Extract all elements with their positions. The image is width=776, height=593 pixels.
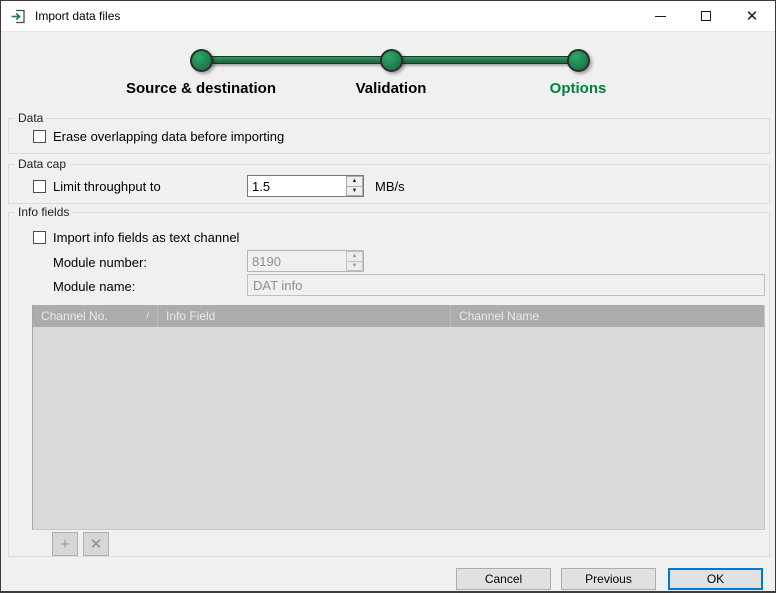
column-header-info-field[interactable]: Info Field xyxy=(158,305,451,327)
limit-throughput-row: Limit throughput to xyxy=(33,179,161,194)
throughput-spin-down-icon[interactable]: ▼ xyxy=(346,186,363,196)
group-info-fields-title: Info fields xyxy=(14,205,74,219)
import-file-icon xyxy=(11,9,25,23)
throughput-spin-up-icon[interactable]: ▲ xyxy=(346,176,363,187)
minimize-button[interactable] xyxy=(637,1,683,31)
close-icon: ✕ xyxy=(745,7,759,25)
throughput-unit-label: MB/s xyxy=(375,179,405,194)
module-number-spinbox: ▲ ▼ xyxy=(247,250,364,272)
minimize-icon xyxy=(654,15,666,17)
previous-button[interactable]: Previous xyxy=(561,568,656,590)
remove-row-button[interactable]: ✕ xyxy=(83,532,109,556)
window-controls: ✕ xyxy=(637,1,775,31)
erase-overlapping-row: Erase overlapping data before importing xyxy=(33,129,284,144)
import-info-fields-checkbox[interactable] xyxy=(33,231,46,244)
step-dot-source-destination xyxy=(190,49,213,72)
sort-ascending-icon: / xyxy=(146,310,149,322)
step-dot-validation xyxy=(380,49,403,72)
step-label-validation: Validation xyxy=(355,80,427,97)
cross-icon: ✕ xyxy=(89,535,103,553)
column-header-channel-no[interactable]: Channel No. / xyxy=(33,305,158,327)
module-number-input xyxy=(248,251,346,271)
module-name-value: DAT info xyxy=(253,277,303,293)
titlebar: Import data files ✕ xyxy=(1,1,775,32)
import-info-fields-label: Import info fields as text channel xyxy=(53,230,240,245)
group-info-fields: Info fields Import info fields as text c… xyxy=(8,205,770,557)
throughput-spinbox: ▲ ▼ xyxy=(247,175,364,197)
info-fields-table-header: Channel No. / Info Field Channel Name xyxy=(33,305,764,327)
info-fields-table-body xyxy=(33,327,764,530)
erase-overlapping-label: Erase overlapping data before importing xyxy=(53,129,285,144)
cancel-button[interactable]: Cancel xyxy=(456,568,551,590)
add-row-button[interactable]: + xyxy=(52,532,78,556)
erase-overlapping-checkbox[interactable] xyxy=(33,130,46,143)
module-number-spin-up-icon: ▲ xyxy=(346,251,363,262)
throughput-input[interactable] xyxy=(248,176,346,196)
module-name-input: DAT info xyxy=(247,274,765,296)
info-fields-table: Channel No. / Info Field Channel Name xyxy=(32,305,765,530)
module-number-spin-buttons: ▲ ▼ xyxy=(346,251,363,271)
close-button[interactable]: ✕ xyxy=(729,1,775,31)
group-data-cap-title: Data cap xyxy=(14,157,71,171)
maximize-button[interactable] xyxy=(683,1,729,31)
plus-icon: + xyxy=(60,535,70,553)
module-number-label: Module number: xyxy=(53,255,147,270)
window-title: Import data files xyxy=(35,9,121,23)
step-dot-options xyxy=(567,49,590,72)
step-label-options: Options xyxy=(549,80,607,97)
module-name-label: Module name: xyxy=(53,279,136,294)
import-data-files-dialog: Import data files ✕ Source & destination… xyxy=(0,0,776,593)
limit-throughput-checkbox[interactable] xyxy=(33,180,46,193)
ok-button[interactable]: OK xyxy=(668,568,763,590)
maximize-icon xyxy=(701,11,711,21)
import-info-fields-row: Import info fields as text channel xyxy=(33,230,239,245)
column-header-channel-name[interactable]: Channel Name xyxy=(451,305,764,327)
module-number-spin-down-icon: ▼ xyxy=(346,261,363,271)
group-data-cap: Data cap Limit throughput to ▲ ▼ MB/s xyxy=(8,157,770,204)
limit-throughput-label: Limit throughput to xyxy=(53,179,161,194)
throughput-spin-buttons: ▲ ▼ xyxy=(346,176,363,196)
group-data: Data Erase overlapping data before impor… xyxy=(8,111,770,154)
group-data-title: Data xyxy=(14,111,48,125)
step-label-source-destination: Source & destination xyxy=(125,80,277,97)
